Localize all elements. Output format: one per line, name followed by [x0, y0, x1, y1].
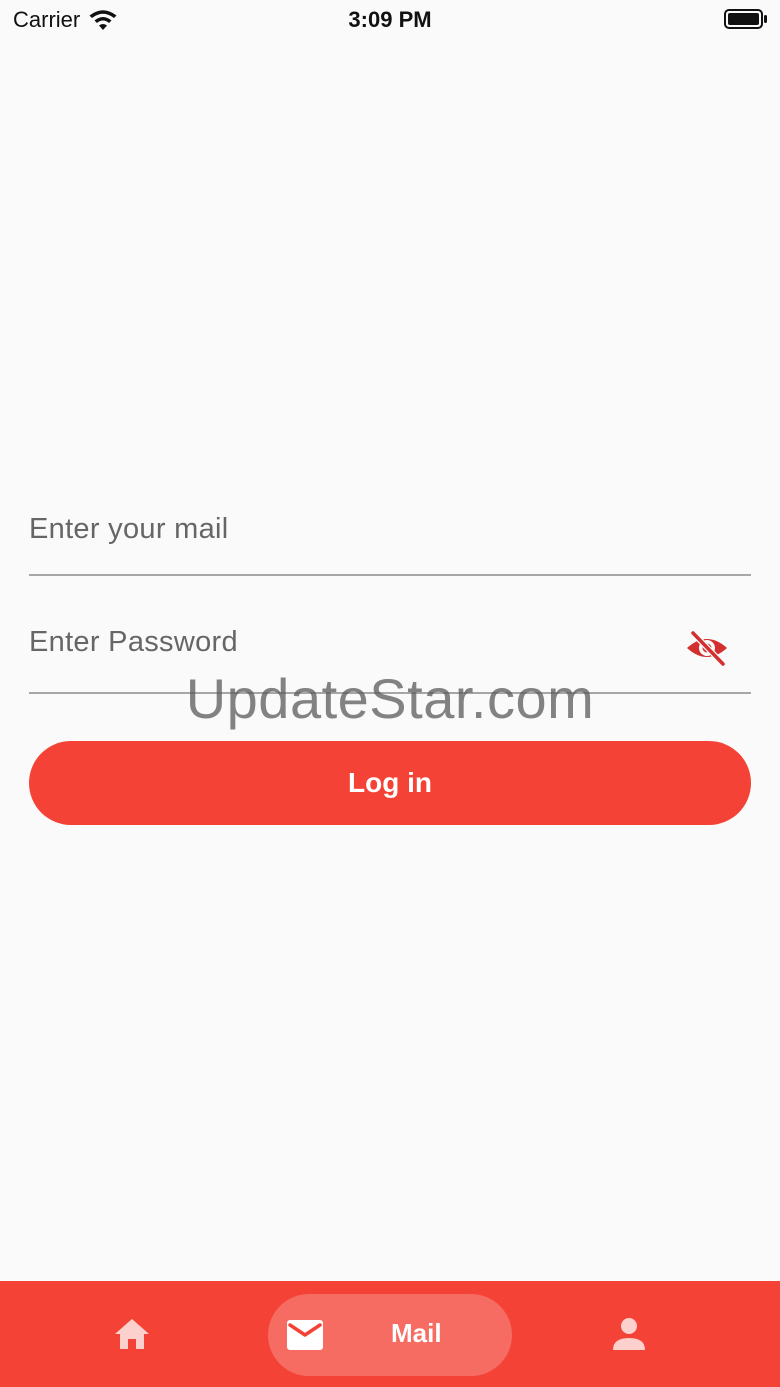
mail-icon: [287, 1320, 323, 1350]
password-underline: [29, 692, 751, 694]
status-bar: Carrier 3:09 PM: [0, 0, 780, 40]
email-field[interactable]: Enter your mail: [29, 500, 751, 576]
login-button[interactable]: Log in: [29, 741, 751, 825]
email-placeholder: Enter your mail: [29, 513, 229, 545]
nav-mail-label: Mail: [391, 1318, 442, 1348]
person-icon: [613, 1318, 645, 1350]
nav-mail-button[interactable]: Mail: [268, 1294, 512, 1376]
bottom-navigation-bar: Mail: [0, 1281, 780, 1387]
status-time: 3:09 PM: [348, 7, 432, 32]
eye-off-icon[interactable]: [685, 628, 729, 668]
home-icon: [115, 1319, 149, 1349]
nav-home-button[interactable]: [92, 1281, 172, 1387]
password-field[interactable]: Enter Password: [29, 612, 751, 694]
password-placeholder: Enter Password: [29, 626, 238, 658]
nav-profile-button[interactable]: [589, 1281, 669, 1387]
battery-icon: [724, 9, 767, 29]
email-underline: [29, 574, 751, 576]
